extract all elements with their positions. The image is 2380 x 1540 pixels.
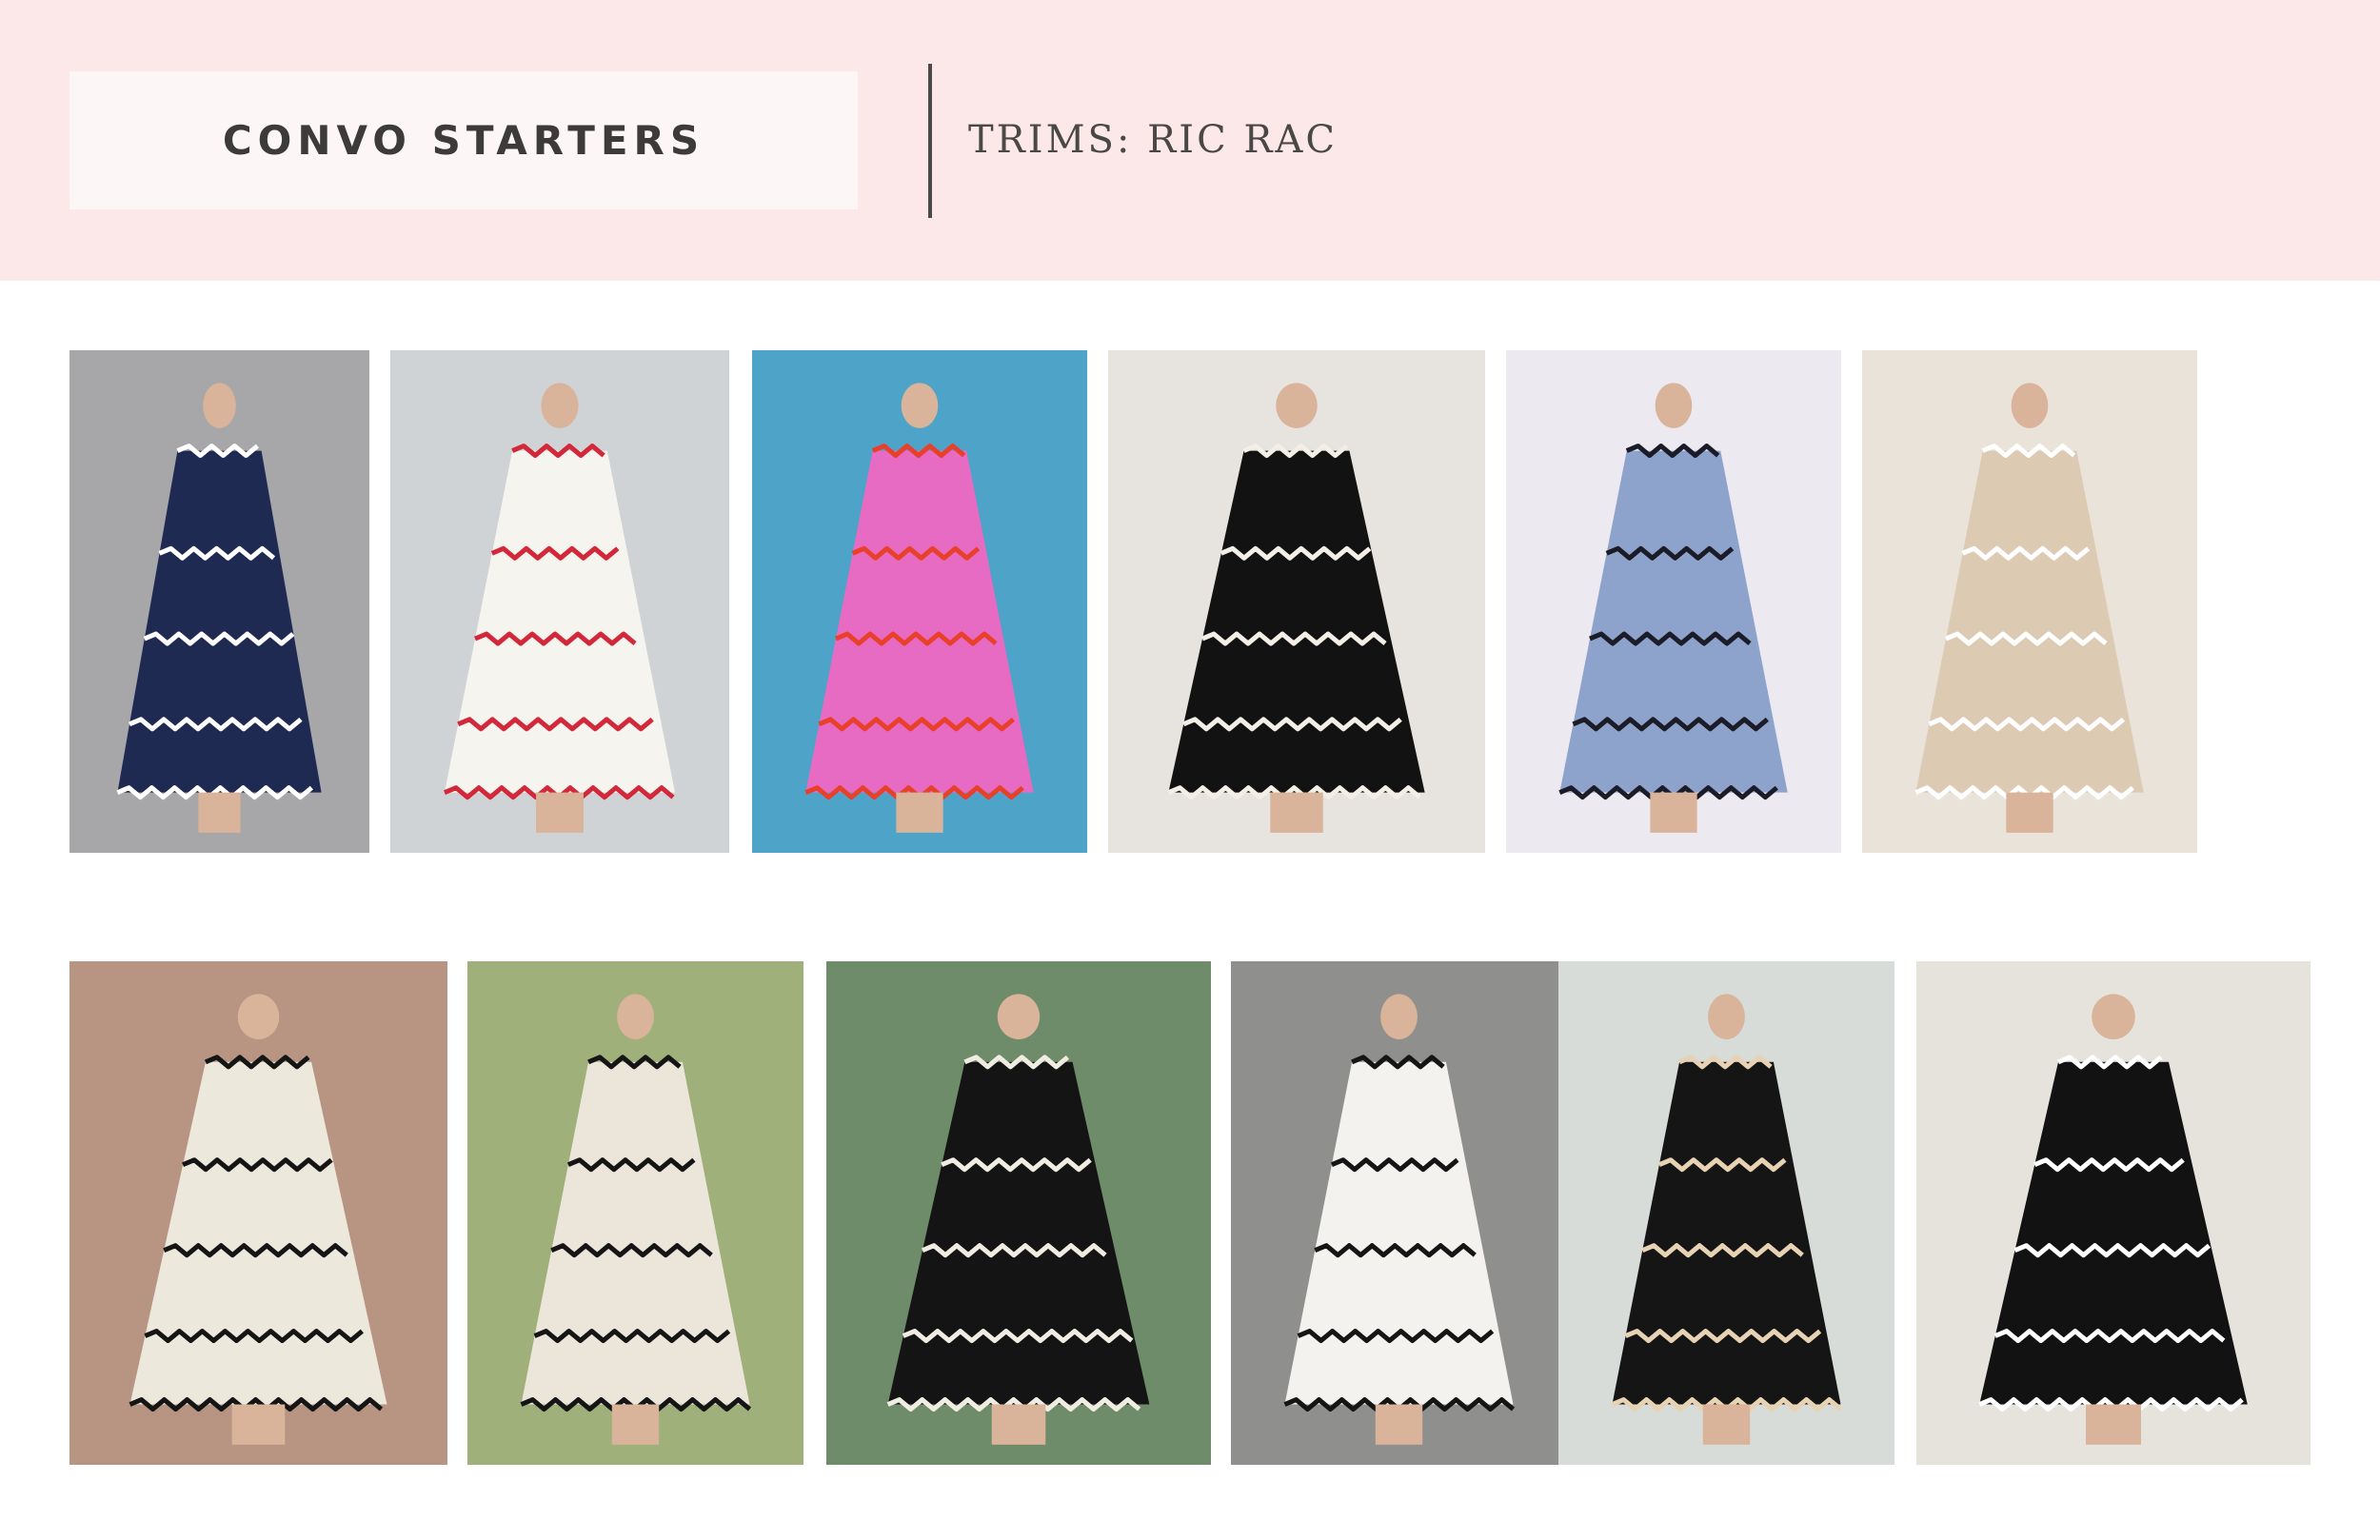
photo-floral-tiered-dress	[1506, 350, 1841, 853]
header-banner: CONVO STARTERS TRIMS: RIC RAC	[0, 0, 2380, 281]
page-title: CONVO STARTERS	[222, 117, 705, 164]
photo-pink-tiered-maxi-dress	[752, 350, 1087, 853]
photo-white-top-pants-set	[467, 961, 803, 1465]
photo-black-tank-shorts-set	[1558, 961, 1894, 1465]
page-subtitle: TRIMS: RIC RAC	[968, 118, 1338, 162]
title-box: CONVO STARTERS	[69, 71, 858, 209]
header-divider	[928, 64, 932, 218]
photo-beige-mini-dress	[1862, 350, 2197, 853]
photo-black-puff-sleeve-tee	[1916, 961, 2311, 1465]
photo-navy-tiered-maxi-dress	[69, 350, 369, 853]
photo-white-crop-top-skirt-set	[1231, 961, 1567, 1465]
photo-cream-cardigan-shorts-set	[69, 961, 447, 1465]
photo-black-maxi-dress	[1108, 350, 1485, 853]
photo-white-tiered-mini-dress	[390, 350, 729, 853]
photo-black-babydoll-dress	[826, 961, 1211, 1465]
